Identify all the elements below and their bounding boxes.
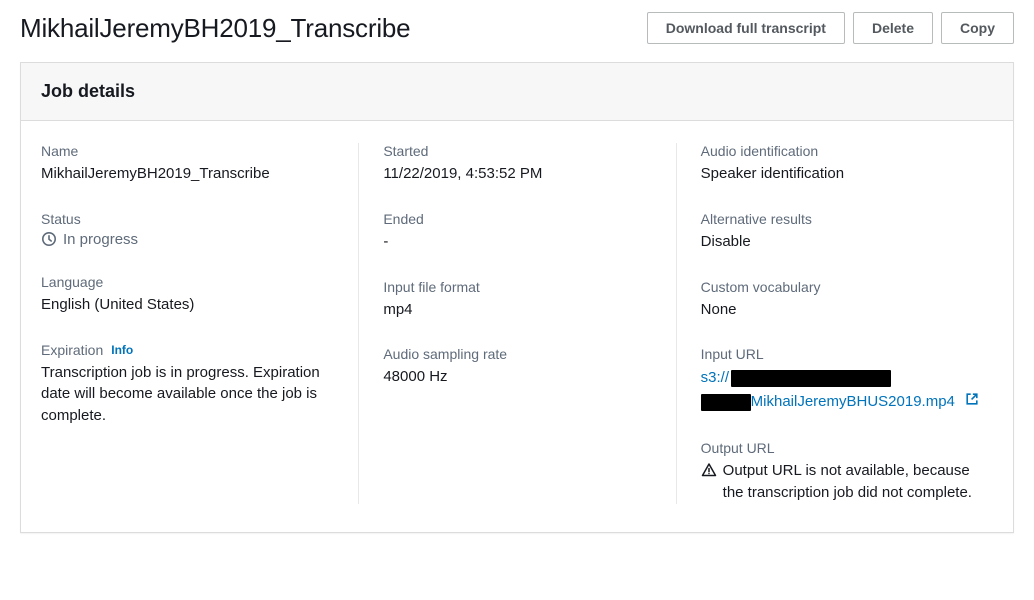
output-url-value: Output URL is not available, because the… [701,460,993,504]
status-value: In progress [41,231,334,248]
ended-label: Ended [383,211,651,227]
action-buttons: Download full transcript Delete Copy [647,12,1014,44]
info-link[interactable]: Info [111,343,133,357]
output-url-label: Output URL [701,440,993,456]
vocab-label: Custom vocabulary [701,279,993,295]
panel-header: Job details [21,63,1013,121]
name-label: Name [41,143,334,159]
redacted-text [731,370,891,387]
format-label: Input file format [383,279,651,295]
expiration-label: Expiration [41,342,103,358]
language-value: English (United States) [41,294,334,316]
expiration-label-row: Expiration Info [41,342,334,358]
audio-id-label: Audio identification [701,143,993,159]
expiration-value: Transcription job is in progress. Expira… [41,362,334,427]
redacted-text [701,394,751,411]
language-label: Language [41,274,334,290]
column-3: Audio identification Speaker identificat… [676,143,993,504]
column-1: Name MikhailJeremyBH2019_Transcribe Stat… [41,143,358,504]
warning-icon [701,462,717,478]
job-details-panel: Job details Name MikhailJeremyBH2019_Tra… [20,62,1014,533]
sampling-label: Audio sampling rate [383,346,651,362]
input-url-file: MikhailJeremyBHUS2019.mp4 [751,393,955,410]
started-value: 11/22/2019, 4:53:52 PM [383,163,651,185]
external-link-icon[interactable] [965,390,979,414]
alt-results-label: Alternative results [701,211,993,227]
started-label: Started [383,143,651,159]
audio-id-value: Speaker identification [701,163,993,185]
delete-button[interactable]: Delete [853,12,933,44]
panel-title: Job details [41,81,993,102]
input-url-value[interactable]: s3:// MikhailJeremyBHUS2019.mp4 [701,366,993,414]
sampling-value: 48000 Hz [383,366,651,388]
in-progress-icon [41,231,57,247]
format-value: mp4 [383,299,651,321]
page-title: MikhailJeremyBH2019_Transcribe [20,13,410,44]
input-url-prefix: s3:// [701,369,729,386]
input-url-label: Input URL [701,346,993,362]
alt-results-value: Disable [701,231,993,253]
ended-value: - [383,231,651,253]
vocab-value: None [701,299,993,321]
status-text: In progress [63,231,138,248]
column-2: Started 11/22/2019, 4:53:52 PM Ended - I… [358,143,675,504]
output-url-text: Output URL is not available, because the… [723,460,993,504]
name-value: MikhailJeremyBH2019_Transcribe [41,163,334,185]
download-button[interactable]: Download full transcript [647,12,845,44]
status-label: Status [41,211,334,227]
copy-button[interactable]: Copy [941,12,1014,44]
